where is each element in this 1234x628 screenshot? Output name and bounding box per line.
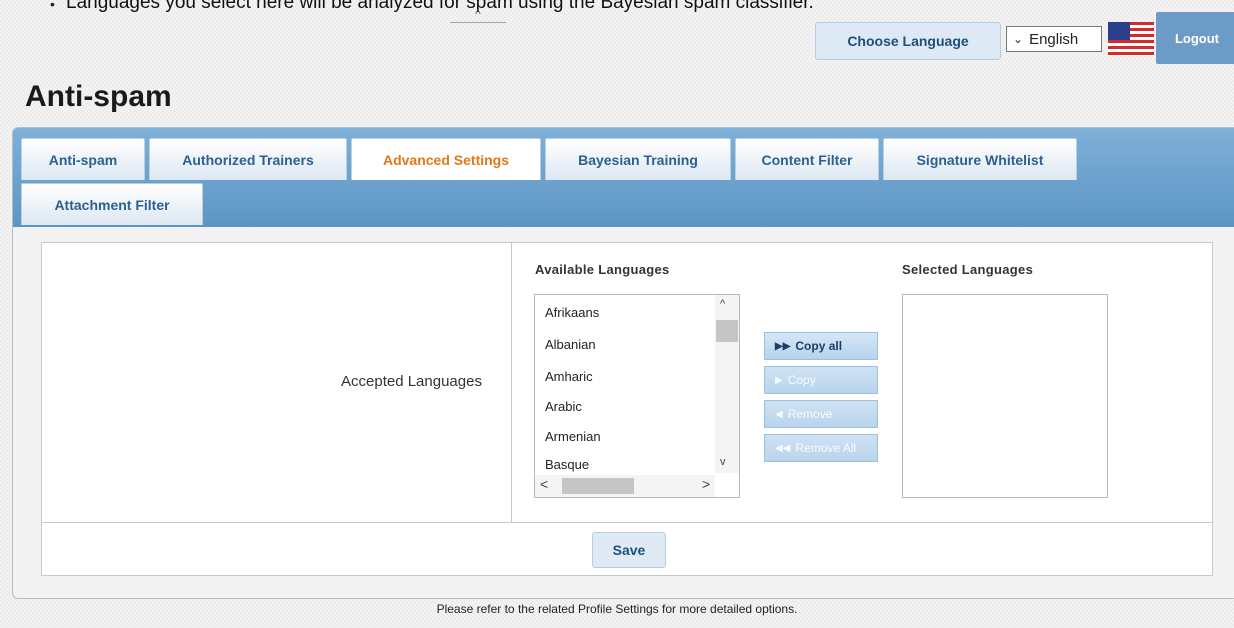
footer-note: Please refer to the related Profile Sett… xyxy=(436,602,798,616)
language-select[interactable]: ⌄ English xyxy=(1006,26,1102,52)
scroll-up-icon[interactable]: ^ xyxy=(720,298,725,310)
remove-all-button[interactable]: ◀◀ Remove All xyxy=(764,434,878,462)
choose-language-button[interactable]: Choose Language xyxy=(815,22,1001,60)
logout-button[interactable]: Logout xyxy=(1156,12,1234,64)
language-select-value: English xyxy=(1029,30,1079,48)
remove-button[interactable]: ◀ Remove xyxy=(764,400,878,428)
list-item[interactable]: Afrikaans xyxy=(545,305,599,320)
caption-bullet: • xyxy=(50,0,55,12)
tab-authorized-trainers[interactable]: Authorized Trainers xyxy=(149,138,347,180)
arrow-right-icon: ▶ xyxy=(775,374,783,386)
scroll-down-icon[interactable]: v xyxy=(720,456,726,468)
list-item[interactable]: Albanian xyxy=(545,337,596,352)
remove-all-label: Remove All xyxy=(795,441,857,455)
list-item[interactable]: Basque xyxy=(545,457,589,472)
tab-signature-whitelist[interactable]: Signature Whitelist xyxy=(883,138,1077,180)
double-arrow-left-icon: ◀◀ xyxy=(775,442,791,454)
list-item[interactable]: Amharic xyxy=(545,369,593,384)
tab-content-filter[interactable]: Content Filter xyxy=(735,138,879,180)
arrow-left-icon: ◀ xyxy=(775,408,783,420)
copy-all-button[interactable]: ▶▶ Copy all xyxy=(764,332,878,360)
chevron-down-icon: ⌄ xyxy=(1013,32,1024,46)
accepted-languages-label: Accepted Languages xyxy=(341,373,482,390)
us-flag-icon[interactable] xyxy=(1108,16,1154,62)
list-item[interactable]: Armenian xyxy=(545,429,601,444)
save-button[interactable]: Save xyxy=(592,532,666,568)
tab-attachment-filter[interactable]: Attachment Filter xyxy=(21,183,203,225)
horizontal-scroll-thumb[interactable] xyxy=(562,478,634,494)
selected-languages-heading: Selected Languages xyxy=(902,262,1034,277)
caption-text: Languages you select here will be analyz… xyxy=(66,0,814,13)
copy-all-label: Copy all xyxy=(795,339,843,353)
tab-bayesian-training[interactable]: Bayesian Training xyxy=(545,138,731,180)
tab-bar: Anti-spam Authorized Trainers Advanced S… xyxy=(13,128,1234,227)
tab-anti-spam[interactable]: Anti-spam xyxy=(21,138,145,180)
row-divider xyxy=(41,522,1213,523)
scroll-left-icon[interactable]: < xyxy=(540,476,548,492)
double-arrow-right-icon: ▶▶ xyxy=(775,340,791,352)
collapse-chevron-icon[interactable]: ^ xyxy=(450,8,506,23)
copy-label: Copy xyxy=(787,373,816,387)
selected-languages-listbox[interactable] xyxy=(902,294,1108,498)
page-title: Anti-spam xyxy=(25,80,172,113)
column-divider xyxy=(511,242,512,522)
available-languages-heading: Available Languages xyxy=(535,262,670,277)
scroll-right-icon[interactable]: > xyxy=(702,476,710,492)
copy-button[interactable]: ▶ Copy xyxy=(764,366,878,394)
remove-label: Remove xyxy=(787,407,833,421)
available-languages-listbox[interactable]: Afrikaans Albanian Amharic Arabic Armeni… xyxy=(534,294,740,498)
list-item[interactable]: Arabic xyxy=(545,399,582,414)
tab-advanced-settings[interactable]: Advanced Settings xyxy=(351,138,541,180)
vertical-scroll-thumb[interactable] xyxy=(716,320,738,342)
